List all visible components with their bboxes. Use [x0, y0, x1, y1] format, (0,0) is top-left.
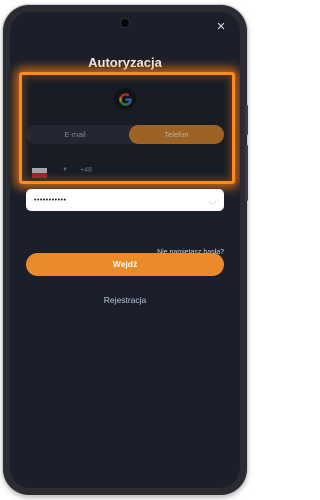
password-value: ••••••••••• — [34, 196, 67, 204]
login-button[interactable]: Wejdź — [26, 253, 224, 276]
front-camera — [121, 19, 129, 27]
register-link[interactable]: Rejestracja — [10, 295, 240, 305]
power-button — [245, 145, 248, 201]
screen: × Autoryzacja E-mail Telefon ▼ +48 •••••… — [10, 12, 240, 488]
highlight-overlay — [19, 72, 235, 184]
close-icon[interactable]: × — [214, 19, 228, 34]
phone-frame: × Autoryzacja E-mail Telefon ▼ +48 •••••… — [3, 5, 248, 495]
eye-off-icon[interactable]: ◡ — [209, 196, 216, 205]
password-field[interactable]: ••••••••••• ◡ — [26, 189, 224, 211]
volume-button — [245, 105, 248, 135]
page-title: Autoryzacja — [88, 55, 162, 70]
